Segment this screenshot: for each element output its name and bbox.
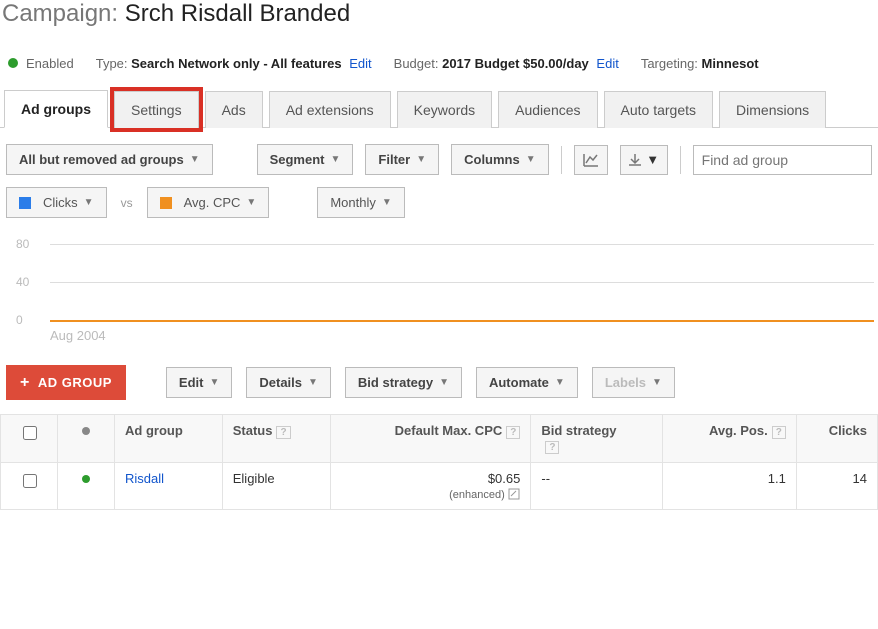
- campaign-status: Enabled: [8, 56, 74, 71]
- chart-icon: [583, 153, 599, 167]
- automate-dropdown[interactable]: Automate▼: [476, 367, 578, 398]
- title-label: Campaign:: [2, 0, 125, 27]
- col-status[interactable]: Status?: [222, 415, 330, 463]
- labels-dropdown[interactable]: Labels▼: [592, 367, 675, 398]
- cell-bid-strategy: --: [531, 463, 663, 510]
- select-all-checkbox[interactable]: [23, 426, 37, 440]
- divider: [680, 146, 681, 174]
- caret-down-icon: ▼: [416, 154, 426, 165]
- metric-selector-row: Clicks ▼ vs Avg. CPC ▼ Monthly ▼: [0, 185, 878, 226]
- col-ad-group[interactable]: Ad group: [115, 415, 223, 463]
- col-clicks[interactable]: Clicks: [796, 415, 877, 463]
- help-icon[interactable]: ?: [772, 426, 786, 439]
- caret-down-icon: ▼: [526, 154, 536, 165]
- vs-label: vs: [121, 196, 133, 210]
- y-tick: 0: [16, 313, 23, 327]
- cell-default-max-cpc: $0.65 (enhanced): [330, 463, 531, 510]
- campaign-budget: Budget: 2017 Budget $50.00/day Edit: [394, 56, 619, 71]
- tab-auto-targets[interactable]: Auto targets: [604, 91, 714, 128]
- segment-dropdown[interactable]: Segment▼: [257, 144, 354, 175]
- caret-down-icon: ▼: [308, 377, 318, 388]
- toolbar: All but removed ad groups▼ Segment▼ Filt…: [0, 128, 878, 185]
- caret-down-icon: ▼: [652, 377, 662, 388]
- status-dot-icon: [8, 58, 18, 68]
- edit-dropdown[interactable]: Edit▼: [166, 367, 232, 398]
- campaign-targeting: Targeting: Minnesot: [641, 56, 759, 71]
- chart-x-label: Aug 2004: [50, 328, 878, 343]
- chart-toggle-button[interactable]: [574, 145, 608, 175]
- caret-down-icon: ▼: [246, 197, 256, 208]
- status-column-icon: [82, 427, 90, 435]
- download-button[interactable]: ▼: [620, 145, 668, 175]
- edit-budget-link[interactable]: Edit: [596, 56, 618, 71]
- divider: [561, 146, 562, 174]
- caret-down-icon: ▼: [209, 377, 219, 388]
- campaign-info-bar: Enabled Type: Search Network only - All …: [0, 38, 878, 89]
- search-input[interactable]: [693, 145, 872, 175]
- page-title: Campaign: Srch Risdall Branded: [0, 0, 878, 38]
- tab-keywords[interactable]: Keywords: [397, 91, 492, 128]
- caret-down-icon: ▼: [190, 154, 200, 165]
- action-bar: + AD GROUP Edit▼ Details▼ Bid strategy▼ …: [0, 347, 878, 414]
- table-header-row: Ad group Status? Default Max. CPC? Bid s…: [1, 415, 878, 463]
- tab-audiences[interactable]: Audiences: [498, 91, 597, 128]
- caret-down-icon: ▼: [439, 377, 449, 388]
- col-default-max-cpc[interactable]: Default Max. CPC?: [330, 415, 531, 463]
- cell-clicks: 14: [796, 463, 877, 510]
- ad-group-table: Ad group Status? Default Max. CPC? Bid s…: [0, 414, 878, 510]
- help-icon[interactable]: ?: [545, 441, 559, 454]
- add-ad-group-button[interactable]: + AD GROUP: [6, 365, 126, 400]
- caret-down-icon: ▼: [331, 154, 341, 165]
- caret-down-icon: ▼: [555, 377, 565, 388]
- blue-swatch-icon: [19, 197, 31, 209]
- details-dropdown[interactable]: Details▼: [246, 367, 331, 398]
- metric-b-dropdown[interactable]: Avg. CPC ▼: [147, 187, 270, 218]
- tab-settings[interactable]: Settings: [114, 91, 199, 128]
- chart-area: 80 40 0: [50, 232, 874, 332]
- cell-status: Eligible: [222, 463, 330, 510]
- tab-bar: Ad groups Settings Ads Ad extensions Key…: [0, 89, 878, 128]
- cell-avg-pos: 1.1: [662, 463, 796, 510]
- date-range-dropdown[interactable]: Monthly ▼: [317, 187, 404, 218]
- scope-dropdown[interactable]: All but removed ad groups▼: [6, 144, 213, 175]
- tab-ad-groups[interactable]: Ad groups: [4, 90, 108, 128]
- table-row: Risdall Eligible $0.65 (enhanced) -- 1.1…: [1, 463, 878, 510]
- edit-inline-icon[interactable]: [508, 488, 520, 500]
- col-bid-strategy[interactable]: Bid strategy?: [531, 415, 663, 463]
- help-icon[interactable]: ?: [276, 426, 290, 439]
- columns-dropdown[interactable]: Columns▼: [451, 144, 549, 175]
- bid-strategy-dropdown[interactable]: Bid strategy▼: [345, 367, 462, 398]
- metric-a-dropdown[interactable]: Clicks ▼: [6, 187, 107, 218]
- caret-down-icon: ▼: [382, 197, 392, 208]
- title-value: Srch Risdall Branded: [125, 0, 350, 27]
- filter-dropdown[interactable]: Filter▼: [365, 144, 439, 175]
- help-icon[interactable]: ?: [506, 426, 520, 439]
- download-icon: [628, 153, 642, 167]
- tab-ad-extensions[interactable]: Ad extensions: [269, 91, 391, 128]
- y-tick: 80: [16, 237, 29, 251]
- y-tick: 40: [16, 275, 29, 289]
- campaign-type: Type: Search Network only - All features…: [96, 56, 372, 71]
- tab-dimensions[interactable]: Dimensions: [719, 91, 826, 128]
- caret-down-icon: ▼: [646, 152, 659, 167]
- orange-swatch-icon: [160, 197, 172, 209]
- ad-group-link[interactable]: Risdall: [125, 471, 164, 486]
- edit-type-link[interactable]: Edit: [349, 56, 371, 71]
- caret-down-icon: ▼: [84, 197, 94, 208]
- col-avg-pos[interactable]: Avg. Pos.?: [662, 415, 796, 463]
- row-checkbox[interactable]: [23, 474, 37, 488]
- status-dot-icon: [82, 475, 90, 483]
- tab-ads[interactable]: Ads: [205, 91, 263, 128]
